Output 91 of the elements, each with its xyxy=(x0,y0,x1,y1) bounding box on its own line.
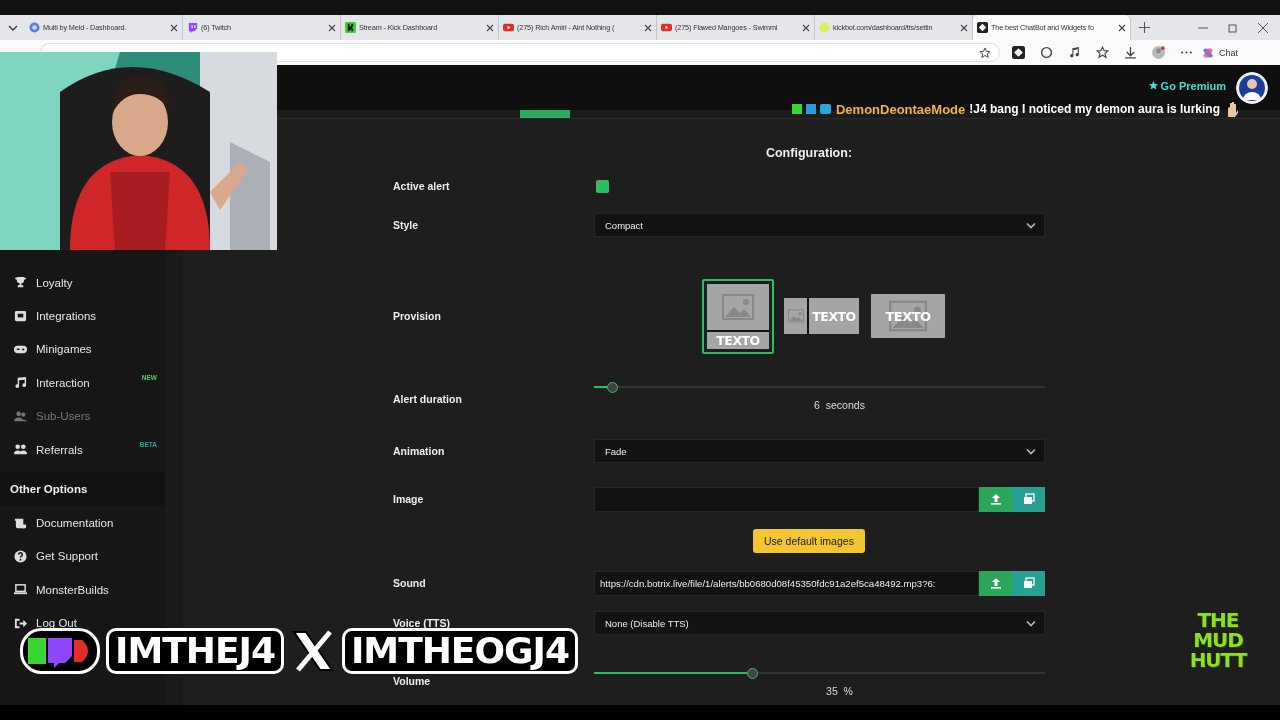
chevron-down-icon xyxy=(1026,221,1036,229)
upload-icon xyxy=(989,577,1002,589)
gallery-icon xyxy=(1022,577,1035,589)
site-icon xyxy=(661,22,672,33)
gallery-button[interactable] xyxy=(1012,570,1045,596)
site-icon xyxy=(187,22,198,33)
menu-icon xyxy=(14,516,27,530)
field-label: Active alert xyxy=(393,180,451,192)
close-icon[interactable] xyxy=(960,23,968,32)
chat-username: DemonDeontaeMode xyxy=(836,101,966,117)
site-icon xyxy=(29,22,40,33)
music-icon[interactable] xyxy=(1068,46,1081,59)
dropdown[interactable]: None (Disable TTS) xyxy=(594,611,1045,635)
x-logo-icon xyxy=(289,628,336,674)
menu-icon xyxy=(14,276,27,290)
menu-icon xyxy=(14,583,27,597)
platform-logos-icon xyxy=(20,628,100,674)
image-icon xyxy=(787,309,804,323)
default-images-button[interactable]: Use default images xyxy=(753,529,865,553)
close-icon[interactable] xyxy=(486,23,494,32)
stream-name: IMTHEJ4 xyxy=(106,628,284,674)
favorites-icon[interactable] xyxy=(1096,46,1109,59)
menu-icon xyxy=(14,443,27,457)
menu-icon xyxy=(14,309,27,323)
star-icon xyxy=(1147,80,1159,91)
sidebar-item[interactable]: Minigames xyxy=(0,332,165,367)
close-icon[interactable] xyxy=(644,23,652,32)
field-label: Style xyxy=(393,219,420,231)
duration-reading: 6 seconds xyxy=(813,399,866,411)
menu-icon xyxy=(14,549,27,563)
star-icon[interactable] xyxy=(979,46,991,59)
volume-reading: 35 % xyxy=(825,685,854,697)
copilot-icon xyxy=(1201,45,1215,60)
image-icon xyxy=(722,293,754,320)
close-icon[interactable] xyxy=(328,23,336,32)
close-icon[interactable] xyxy=(802,23,810,32)
sidebar-item[interactable]: Integrations xyxy=(0,299,165,333)
field-label: Sound xyxy=(393,577,427,589)
new-tab-icon[interactable] xyxy=(1139,22,1150,33)
field-label: Volume xyxy=(393,675,432,687)
checkbox[interactable] xyxy=(596,179,609,193)
input-field[interactable]: https://cdn.botrix.live/file/1/alerts/bb0680d08f45350fdc91a2ef5ca48492.mp3?6: xyxy=(594,570,979,596)
chevron-down-icon xyxy=(1026,619,1036,627)
sidebar-item[interactable]: Documentation xyxy=(0,506,165,540)
upload-button[interactable] xyxy=(979,486,1012,512)
sidebar-item[interactable]: Get Support xyxy=(0,539,165,574)
gallery-icon xyxy=(1022,493,1035,505)
chat-button[interactable]: Chat xyxy=(1199,43,1240,62)
dropdown[interactable]: Fade xyxy=(594,439,1045,463)
menu-icon xyxy=(14,376,27,390)
extension-icon[interactable] xyxy=(1012,46,1025,59)
stream-logo: THE MUD HUTT xyxy=(1188,610,1248,670)
nav-indicator xyxy=(520,110,570,118)
upload-button[interactable] xyxy=(979,570,1012,596)
slider-thumb[interactable] xyxy=(746,667,758,679)
sidebar-item[interactable]: Loyalty xyxy=(0,266,165,300)
maximize-icon[interactable] xyxy=(1228,22,1238,33)
tab-list-icon[interactable] xyxy=(7,24,18,31)
site-icon xyxy=(503,22,514,33)
upload-icon xyxy=(989,493,1002,505)
field-label: Image xyxy=(393,493,425,505)
section-title: Configuration: xyxy=(765,146,853,160)
option-label: TEXTO xyxy=(809,298,859,334)
slider-thumb[interactable] xyxy=(607,381,619,393)
dropdown[interactable]: Compact xyxy=(594,213,1045,237)
menu-icon xyxy=(14,616,27,630)
avatar[interactable] xyxy=(1236,71,1268,104)
option-label: TEXTO xyxy=(885,308,931,324)
site-icon xyxy=(819,22,830,33)
field-label: Alert duration xyxy=(393,393,463,405)
gallery-button[interactable] xyxy=(1012,486,1045,512)
input-field[interactable] xyxy=(594,486,979,512)
option-label: TEXTO xyxy=(707,331,769,349)
sidebar-item[interactable]: MonsterBuilds xyxy=(0,573,165,607)
close-icon[interactable] xyxy=(1118,23,1126,32)
field-label: Provision xyxy=(393,310,442,322)
field-label: Voice (TTS) xyxy=(393,617,451,629)
field-label: Animation xyxy=(393,445,446,457)
close-icon[interactable] xyxy=(170,23,178,32)
premium-link[interactable]: Go Premium xyxy=(1147,79,1226,92)
profile-icon[interactable] xyxy=(1152,46,1165,59)
section-heading: Other Options xyxy=(0,472,165,507)
chat-badges-icon xyxy=(792,103,832,115)
chevron-down-icon xyxy=(1026,447,1036,455)
close-icon[interactable] xyxy=(1258,22,1268,33)
site-icon xyxy=(977,22,988,33)
download-icon[interactable] xyxy=(1124,46,1137,59)
stream-name: IMTHEOGJ4 xyxy=(341,628,579,674)
site-icon xyxy=(345,22,356,33)
menu-icon xyxy=(14,409,27,423)
chat-message: !J4 bang I noticed my demon aura is lurking xyxy=(969,102,1220,116)
